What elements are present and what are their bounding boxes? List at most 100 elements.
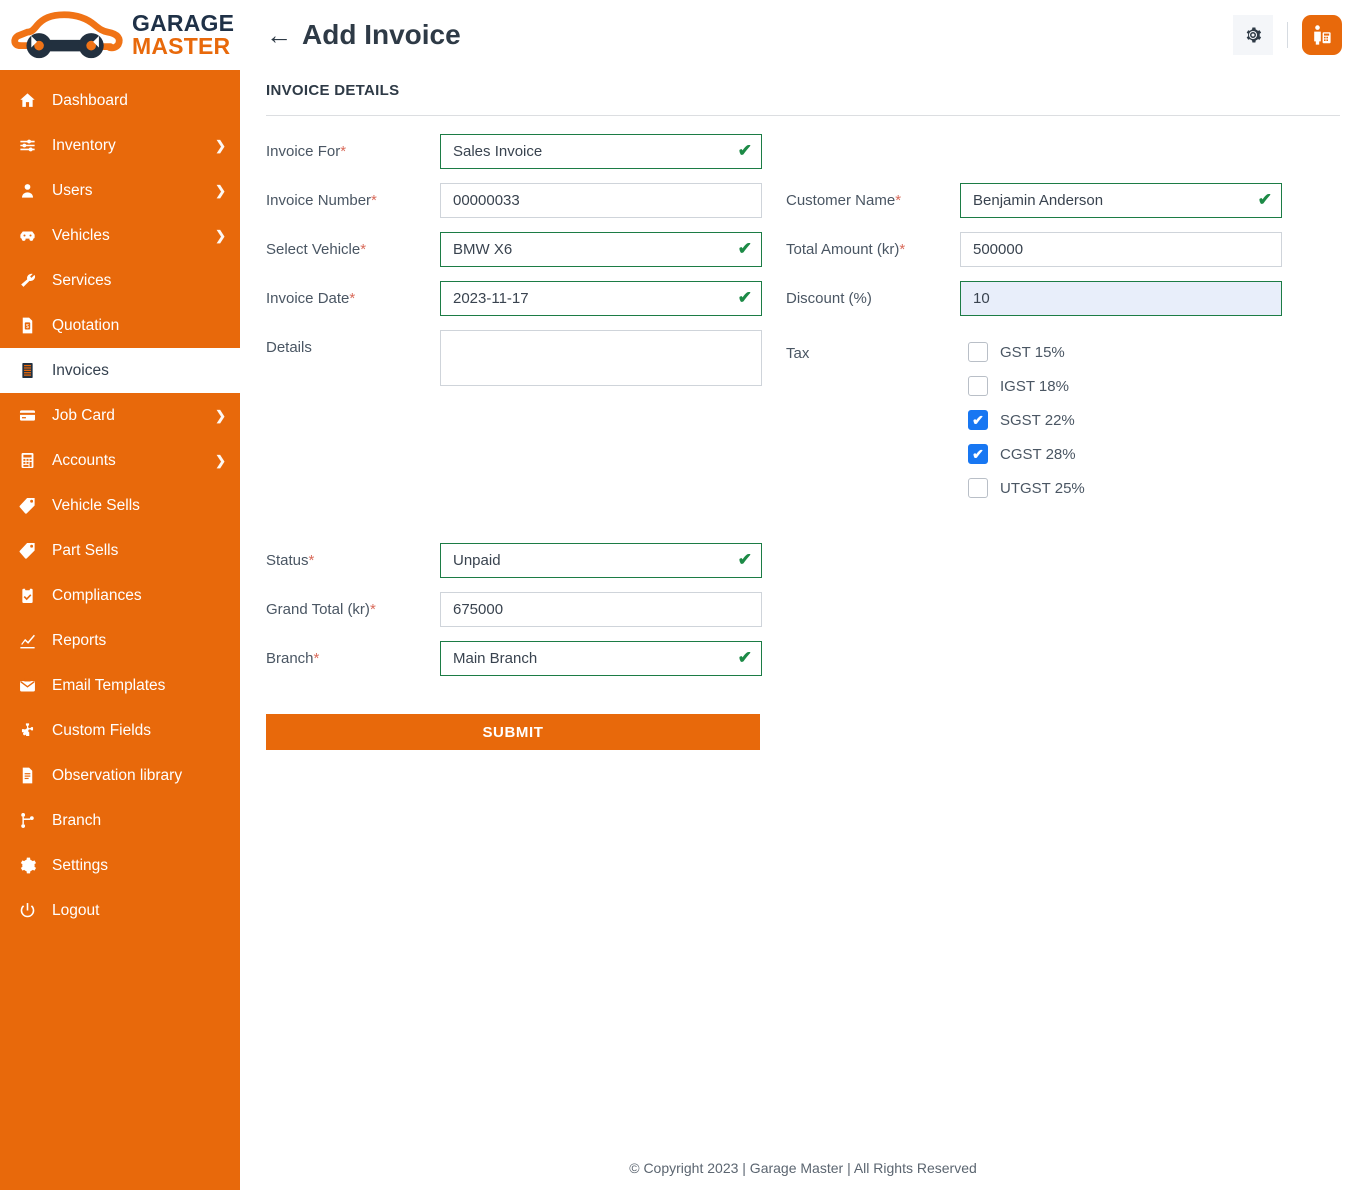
accountant-button[interactable] (1302, 15, 1342, 55)
gear-icon (18, 856, 40, 875)
sidebar-nav: DashboardInventory❯Users❯Vehicles❯Servic… (0, 70, 240, 933)
sidebar: GARAGE MASTER DashboardInventory❯Users❯V… (0, 0, 240, 1190)
brand-name-top: GARAGE (132, 12, 234, 35)
sidebar-item-accounts[interactable]: Accounts❯ (0, 438, 240, 483)
field-control-invoice-date: ✔ (440, 281, 762, 316)
sidebar-item-branch[interactable]: Branch (0, 798, 240, 843)
checkbox-sgst-22-[interactable]: ✔ (968, 410, 988, 430)
section-title: INVOICE DETAILS (266, 70, 1340, 115)
tax-option[interactable]: ✔ CGST 28% (968, 444, 1085, 464)
chevron-right-icon: ❯ (215, 408, 226, 424)
footer-copyright: © Copyright 2023 | Garage Master | All R… (240, 1160, 1366, 1176)
sidebar-item-label: Inventory (52, 137, 215, 155)
quote-document-icon: $ (18, 316, 40, 335)
submit-button[interactable]: SUBMIT (266, 714, 760, 750)
checkbox-cgst-28-[interactable]: ✔ (968, 444, 988, 464)
tax-option[interactable]: ✔GST 15% (968, 342, 1085, 362)
sidebar-item-label: Vehicle Sells (52, 497, 226, 515)
tax-options: ✔GST 15%✔IGST 18%✔SGST 22%✔CGST 28%✔UTGS… (960, 342, 1085, 498)
tax-row: Tax✔GST 15%✔IGST 18%✔SGST 22%✔CGST 28%✔U… (786, 342, 1306, 498)
settings-button[interactable] (1233, 15, 1273, 55)
app-root: GARAGE MASTER DashboardInventory❯Users❯V… (0, 0, 1366, 1190)
field-label-select-vehicle: Select Vehicle* (266, 232, 440, 258)
sidebar-item-custom-fields[interactable]: Custom Fields (0, 708, 240, 753)
sidebar-item-quotation[interactable]: $ Quotation (0, 303, 240, 348)
tax-option-label: IGST 18% (1000, 378, 1069, 395)
invoice-icon (18, 361, 40, 380)
sidebar-item-vehicles[interactable]: Vehicles❯ (0, 213, 240, 258)
brand-name-bottom: MASTER (132, 35, 234, 58)
field-row-details: Details (266, 330, 786, 391)
field-row-select-vehicle: Select Vehicle*✔ (266, 232, 786, 281)
field-control-invoice-for: ✔ (440, 134, 762, 169)
total-amount-kr-input[interactable] (960, 232, 1282, 267)
sidebar-item-label: Vehicles (52, 227, 215, 245)
sidebar-item-invoices[interactable]: Invoices (0, 348, 240, 393)
required-asterisk: * (371, 192, 377, 209)
page-title-text: Add Invoice (302, 19, 461, 51)
branch-input[interactable] (440, 641, 762, 676)
sidebar-item-compliances[interactable]: Compliances (0, 573, 240, 618)
card-icon (18, 406, 40, 425)
chevron-right-icon: ❯ (215, 183, 226, 199)
sidebar-item-label: Invoices (52, 362, 226, 380)
sidebar-item-services[interactable]: Services (0, 258, 240, 303)
sidebar-item-reports[interactable]: Reports (0, 618, 240, 663)
sidebar-item-inventory[interactable]: Inventory❯ (0, 123, 240, 168)
discount-input[interactable] (960, 281, 1282, 316)
field-label-total-amount-kr: Total Amount (kr)* (786, 232, 960, 258)
checkmark-icon: ✔ (972, 413, 984, 427)
car-icon (18, 226, 40, 245)
sidebar-item-label: Services (52, 272, 226, 290)
sidebar-item-label: Quotation (52, 317, 226, 335)
field-label-invoice-for: Invoice For* (266, 134, 440, 160)
sidebar-item-part-sells[interactable]: Part Sells (0, 528, 240, 573)
user-icon (18, 181, 40, 200)
checkbox-utgst-25-[interactable]: ✔ (968, 478, 988, 498)
brand-name: GARAGE MASTER (132, 12, 234, 58)
sidebar-item-vehicle-sells[interactable]: Vehicle Sells (0, 483, 240, 528)
tax-option-label: CGST 28% (1000, 446, 1076, 463)
document-icon (18, 766, 40, 785)
top-bar: ← Add Invoice (240, 0, 1366, 70)
invoice-date-input[interactable] (440, 281, 762, 316)
field-row-status: Status*✔ (266, 543, 1340, 592)
brand-logo[interactable]: GARAGE MASTER (0, 0, 240, 70)
sliders-icon (18, 136, 40, 155)
required-asterisk: * (895, 192, 901, 209)
field-label-invoice-date: Invoice Date* (266, 281, 440, 307)
sidebar-item-users[interactable]: Users❯ (0, 168, 240, 213)
select-vehicle-input[interactable] (440, 232, 762, 267)
field-row-invoice-date: Invoice Date*✔ (266, 281, 786, 330)
required-asterisk: * (370, 601, 376, 618)
checkbox-gst-15-[interactable]: ✔ (968, 342, 988, 362)
invoice-for-input[interactable] (440, 134, 762, 169)
power-icon (18, 901, 40, 920)
field-row-branch: Branch*✔ (266, 641, 1340, 690)
invoice-number-input[interactable] (440, 183, 762, 218)
grand-total-kr-input[interactable] (440, 592, 762, 627)
sidebar-item-email-templates[interactable]: Email Templates (0, 663, 240, 708)
field-row-customer-name: Customer Name*✔ (786, 183, 1306, 232)
tax-option[interactable]: ✔SGST 22% (968, 410, 1085, 430)
status-input[interactable] (440, 543, 762, 578)
tax-option[interactable]: ✔UTGST 25% (968, 478, 1085, 498)
sidebar-item-dashboard[interactable]: Dashboard (0, 78, 240, 123)
details-textarea[interactable] (440, 330, 762, 386)
checkbox-igst-18-[interactable]: ✔ (968, 376, 988, 396)
toolbar-divider (1287, 22, 1288, 48)
tax-option[interactable]: ✔ IGST 18% (968, 376, 1085, 396)
required-asterisk: * (349, 290, 355, 307)
clipboard-check-icon (18, 586, 40, 605)
sidebar-item-label: Reports (52, 632, 226, 650)
sidebar-item-observation-library[interactable]: Observation library (0, 753, 240, 798)
chevron-right-icon: ❯ (215, 138, 226, 154)
sidebar-item-job-card[interactable]: Job Card❯ (0, 393, 240, 438)
back-arrow-icon[interactable]: ← (266, 22, 292, 48)
customer-name-input[interactable] (960, 183, 1282, 218)
calculator-icon (18, 451, 40, 470)
sidebar-item-logout[interactable]: Logout (0, 888, 240, 933)
required-asterisk: * (899, 241, 905, 258)
chevron-right-icon: ❯ (215, 228, 226, 244)
sidebar-item-settings[interactable]: Settings (0, 843, 240, 888)
